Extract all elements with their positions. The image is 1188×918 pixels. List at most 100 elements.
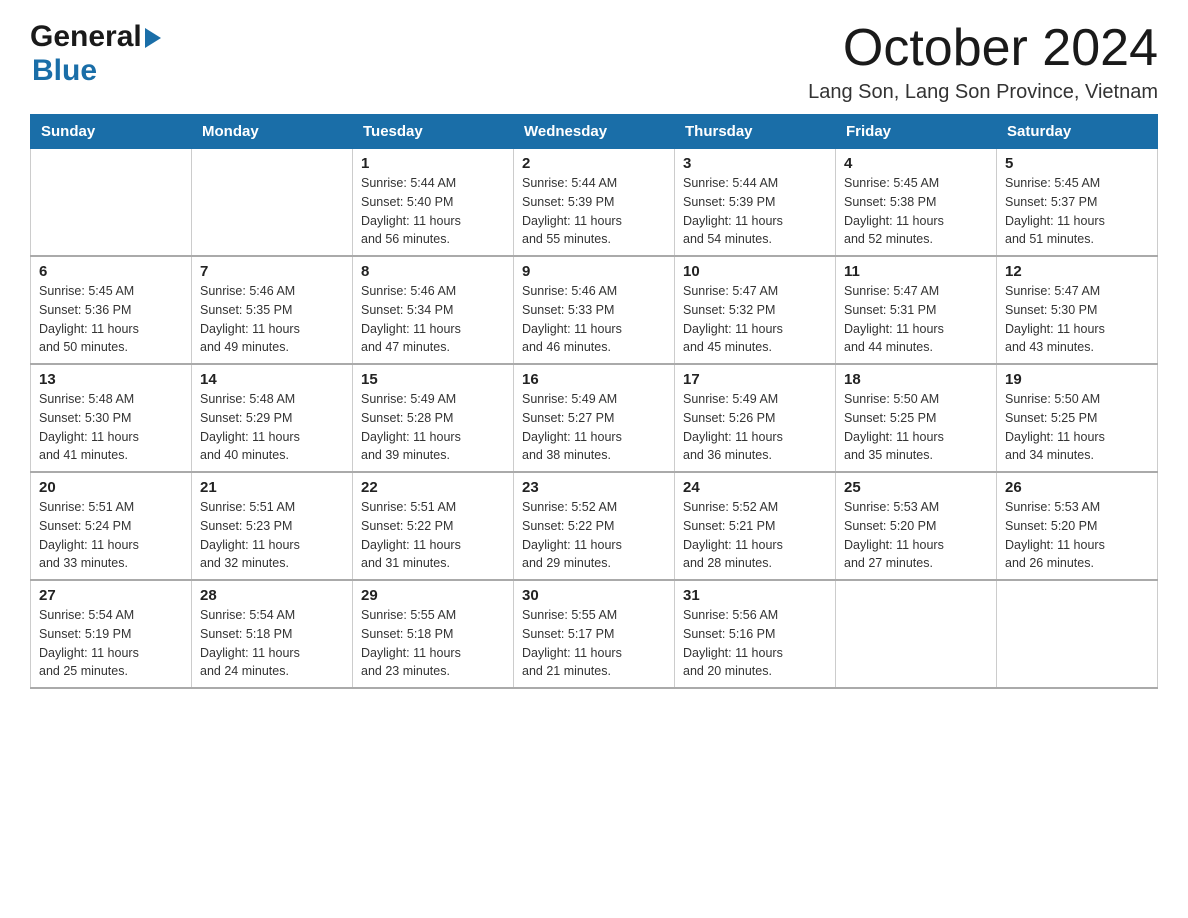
calendar-cell (997, 580, 1158, 688)
calendar-cell: 28 Sunrise: 5:54 AM Sunset: 5:18 PM Dayli… (192, 580, 353, 688)
calendar-cell: 12Sunrise: 5:47 AM Sunset: 5:30 PM Dayli… (997, 256, 1158, 364)
calendar-cell: 3 Sunrise: 5:44 AM Sunset: 5:39 PM Daylig… (675, 149, 836, 257)
calendar-cell: 20 Sunrise: 5:51 AM Sunset: 5:24 PM Dayli… (31, 472, 192, 580)
day-number: 28 (200, 587, 344, 604)
calendar-table: SundayMondayTuesdayWednesdayThursdayFrid… (30, 114, 1158, 689)
header-thursday: Thursday (675, 115, 836, 149)
day-number: 24 (683, 479, 827, 496)
calendar-cell (192, 149, 353, 257)
calendar-cell: 24 Sunrise: 5:52 AM Sunset: 5:21 PM Dayli… (675, 472, 836, 580)
day-number: 2 (522, 155, 666, 172)
calendar-cell: 15Sunrise: 5:49 AM Sunset: 5:28 PM Dayli… (353, 364, 514, 472)
calendar-cell: 5 Sunrise: 5:45 AM Sunset: 5:37 PM Daylig… (997, 149, 1158, 257)
logo: General Blue (30, 20, 161, 88)
header-friday: Friday (836, 115, 997, 149)
day-info: Sunrise: 5:52 AM Sunset: 5:22 PM Dayligh… (522, 498, 666, 573)
logo-general-text: General (30, 20, 142, 54)
day-info: Sunrise: 5:45 AM Sunset: 5:37 PM Dayligh… (1005, 174, 1149, 249)
day-number: 31 (683, 587, 827, 604)
day-number: 19 (1005, 371, 1149, 388)
day-number: 25 (844, 479, 988, 496)
logo-blue-text: Blue (32, 54, 97, 87)
day-info: Sunrise: 5:46 AM Sunset: 5:33 PM Dayligh… (522, 282, 666, 357)
day-number: 10 (683, 263, 827, 280)
calendar-cell: 30 Sunrise: 5:55 AM Sunset: 5:17 PM Dayli… (514, 580, 675, 688)
day-number: 17 (683, 371, 827, 388)
calendar-cell: 26Sunrise: 5:53 AM Sunset: 5:20 PM Dayli… (997, 472, 1158, 580)
day-number: 29 (361, 587, 505, 604)
day-number: 6 (39, 263, 183, 280)
day-number: 7 (200, 263, 344, 280)
day-info: Sunrise: 5:51 AM Sunset: 5:23 PM Dayligh… (200, 498, 344, 573)
day-info: Sunrise: 5:49 AM Sunset: 5:26 PM Dayligh… (683, 390, 827, 465)
calendar-cell: 22 Sunrise: 5:51 AM Sunset: 5:22 PM Dayli… (353, 472, 514, 580)
header-wednesday: Wednesday (514, 115, 675, 149)
calendar-cell: 4 Sunrise: 5:45 AM Sunset: 5:38 PM Daylig… (836, 149, 997, 257)
day-info: Sunrise: 5:54 AM Sunset: 5:18 PM Dayligh… (200, 606, 344, 681)
day-number: 13 (39, 371, 183, 388)
calendar-week-5: 27 Sunrise: 5:54 AM Sunset: 5:19 PM Dayli… (31, 580, 1158, 688)
calendar-cell: 23 Sunrise: 5:52 AM Sunset: 5:22 PM Dayli… (514, 472, 675, 580)
calendar-cell: 10Sunrise: 5:47 AM Sunset: 5:32 PM Dayli… (675, 256, 836, 364)
day-number: 5 (1005, 155, 1149, 172)
calendar-cell: 18Sunrise: 5:50 AM Sunset: 5:25 PM Dayli… (836, 364, 997, 472)
day-number: 23 (522, 479, 666, 496)
calendar-week-4: 20 Sunrise: 5:51 AM Sunset: 5:24 PM Dayli… (31, 472, 1158, 580)
calendar-header-row: SundayMondayTuesdayWednesdayThursdayFrid… (31, 115, 1158, 149)
day-info: Sunrise: 5:44 AM Sunset: 5:39 PM Dayligh… (683, 174, 827, 249)
day-info: Sunrise: 5:49 AM Sunset: 5:27 PM Dayligh… (522, 390, 666, 465)
calendar-cell: 21 Sunrise: 5:51 AM Sunset: 5:23 PM Dayli… (192, 472, 353, 580)
day-info: Sunrise: 5:51 AM Sunset: 5:22 PM Dayligh… (361, 498, 505, 573)
day-number: 27 (39, 587, 183, 604)
header-saturday: Saturday (997, 115, 1158, 149)
main-title: October 2024 (808, 20, 1158, 77)
day-info: Sunrise: 5:50 AM Sunset: 5:25 PM Dayligh… (1005, 390, 1149, 465)
day-info: Sunrise: 5:54 AM Sunset: 5:19 PM Dayligh… (39, 606, 183, 681)
day-number: 3 (683, 155, 827, 172)
day-number: 26 (1005, 479, 1149, 496)
calendar-cell (31, 149, 192, 257)
day-number: 20 (39, 479, 183, 496)
day-info: Sunrise: 5:51 AM Sunset: 5:24 PM Dayligh… (39, 498, 183, 573)
calendar-cell: 16 Sunrise: 5:49 AM Sunset: 5:27 PM Dayli… (514, 364, 675, 472)
day-number: 22 (361, 479, 505, 496)
day-number: 16 (522, 371, 666, 388)
calendar-cell: 17 Sunrise: 5:49 AM Sunset: 5:26 PM Dayli… (675, 364, 836, 472)
day-number: 9 (522, 263, 666, 280)
day-info: Sunrise: 5:52 AM Sunset: 5:21 PM Dayligh… (683, 498, 827, 573)
calendar-cell (836, 580, 997, 688)
day-info: Sunrise: 5:44 AM Sunset: 5:40 PM Dayligh… (361, 174, 505, 249)
day-info: Sunrise: 5:56 AM Sunset: 5:16 PM Dayligh… (683, 606, 827, 681)
title-area: October 2024 Lang Son, Lang Son Province… (808, 20, 1158, 104)
calendar-cell: 29 Sunrise: 5:55 AM Sunset: 5:18 PM Dayli… (353, 580, 514, 688)
day-number: 21 (200, 479, 344, 496)
header-sunday: Sunday (31, 115, 192, 149)
day-info: Sunrise: 5:55 AM Sunset: 5:18 PM Dayligh… (361, 606, 505, 681)
day-info: Sunrise: 5:55 AM Sunset: 5:17 PM Dayligh… (522, 606, 666, 681)
day-number: 18 (844, 371, 988, 388)
calendar-cell: 27 Sunrise: 5:54 AM Sunset: 5:19 PM Dayli… (31, 580, 192, 688)
calendar-cell: 19 Sunrise: 5:50 AM Sunset: 5:25 PM Dayli… (997, 364, 1158, 472)
day-info: Sunrise: 5:45 AM Sunset: 5:36 PM Dayligh… (39, 282, 183, 357)
calendar-cell: 1 Sunrise: 5:44 AM Sunset: 5:40 PM Daylig… (353, 149, 514, 257)
day-info: Sunrise: 5:47 AM Sunset: 5:31 PM Dayligh… (844, 282, 988, 357)
calendar-cell: 7Sunrise: 5:46 AM Sunset: 5:35 PM Daylig… (192, 256, 353, 364)
calendar-cell: 14Sunrise: 5:48 AM Sunset: 5:29 PM Dayli… (192, 364, 353, 472)
day-number: 4 (844, 155, 988, 172)
header-tuesday: Tuesday (353, 115, 514, 149)
day-info: Sunrise: 5:53 AM Sunset: 5:20 PM Dayligh… (844, 498, 988, 573)
day-number: 12 (1005, 263, 1149, 280)
calendar-cell: 6 Sunrise: 5:45 AM Sunset: 5:36 PM Daylig… (31, 256, 192, 364)
day-info: Sunrise: 5:49 AM Sunset: 5:28 PM Dayligh… (361, 390, 505, 465)
calendar-cell: 31 Sunrise: 5:56 AM Sunset: 5:16 PM Dayli… (675, 580, 836, 688)
day-info: Sunrise: 5:45 AM Sunset: 5:38 PM Dayligh… (844, 174, 988, 249)
calendar-week-3: 13Sunrise: 5:48 AM Sunset: 5:30 PM Dayli… (31, 364, 1158, 472)
header: General Blue October 2024 Lang Son, Lang… (30, 20, 1158, 104)
day-info: Sunrise: 5:48 AM Sunset: 5:29 PM Dayligh… (200, 390, 344, 465)
header-monday: Monday (192, 115, 353, 149)
day-number: 1 (361, 155, 505, 172)
day-number: 30 (522, 587, 666, 604)
location-subtitle: Lang Son, Lang Son Province, Vietnam (808, 81, 1158, 104)
calendar-cell: 9 Sunrise: 5:46 AM Sunset: 5:33 PM Daylig… (514, 256, 675, 364)
calendar-week-2: 6 Sunrise: 5:45 AM Sunset: 5:36 PM Daylig… (31, 256, 1158, 364)
